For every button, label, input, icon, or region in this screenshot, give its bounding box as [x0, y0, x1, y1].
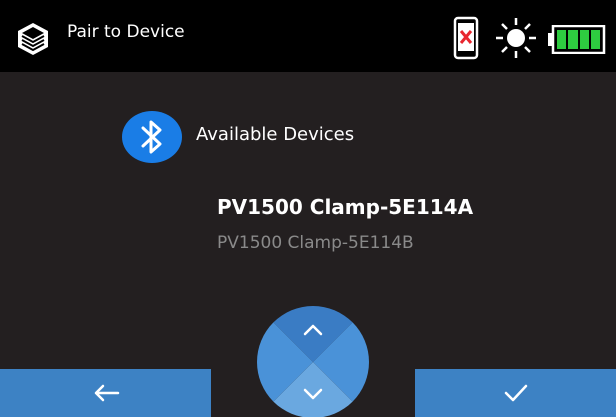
status-bar: Pair to Device: [0, 0, 616, 72]
sun-brightness-icon[interactable]: [494, 16, 538, 60]
bluetooth-icon: [122, 111, 182, 163]
phone-disconnected-icon: [453, 16, 479, 60]
navigation-dpad[interactable]: [257, 306, 369, 417]
confirm-button[interactable]: [415, 369, 616, 417]
page-title: Pair to Device: [67, 22, 185, 42]
section-title: Available Devices: [196, 124, 355, 145]
device-item-selected[interactable]: PV1500 Clamp-5E114A: [217, 195, 473, 219]
checkmark-icon: [504, 384, 527, 402]
back-button[interactable]: [0, 369, 211, 417]
battery-full-icon: [548, 25, 606, 54]
arrow-left-icon: [94, 384, 119, 402]
device-item[interactable]: PV1500 Clamp-5E114B: [217, 233, 414, 253]
app-logo-icon: [18, 23, 48, 55]
